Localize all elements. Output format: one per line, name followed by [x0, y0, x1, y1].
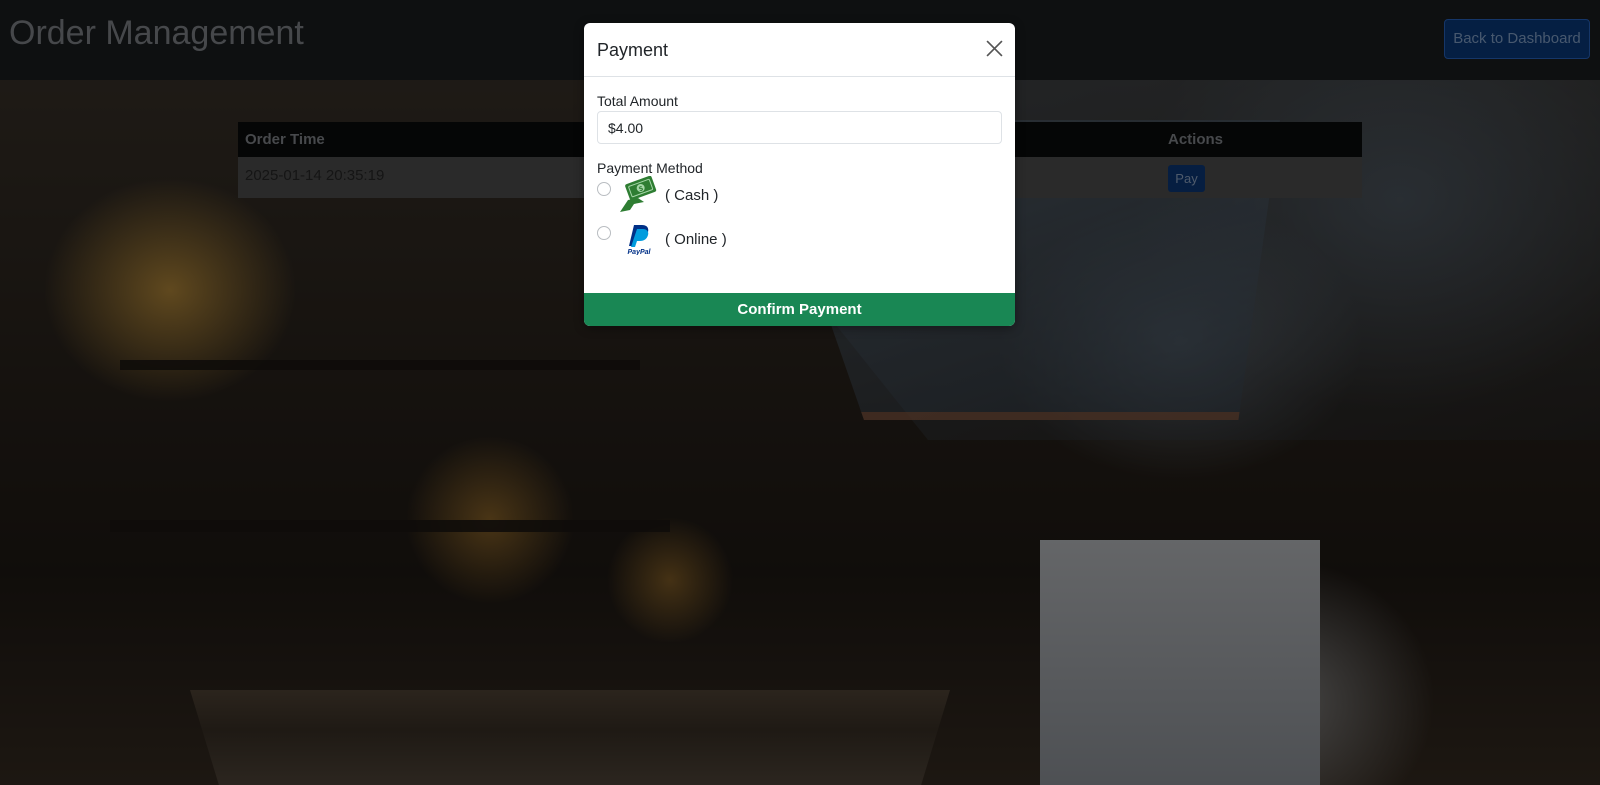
cash-radio[interactable]	[597, 182, 611, 196]
svg-text:PayPal: PayPal	[628, 249, 652, 255]
cash-option-label[interactable]: ( Cash )	[665, 187, 718, 204]
cash-icon: $	[620, 176, 657, 212]
confirm-payment-button[interactable]: Confirm Payment	[584, 293, 1015, 326]
close-icon[interactable]	[986, 40, 1003, 57]
payment-method-label: Payment Method	[597, 160, 703, 176]
modal-title: Payment	[597, 40, 669, 60]
paypal-icon: PayPal	[628, 225, 652, 255]
payment-modal: Payment Total Amount Payment Method $ ( …	[584, 23, 1015, 326]
total-amount-label: Total Amount	[597, 93, 678, 109]
modal-header: Payment	[584, 23, 1015, 77]
online-option-label[interactable]: ( Online )	[665, 231, 727, 248]
total-amount-field[interactable]	[597, 111, 1002, 144]
online-radio[interactable]	[597, 226, 611, 240]
